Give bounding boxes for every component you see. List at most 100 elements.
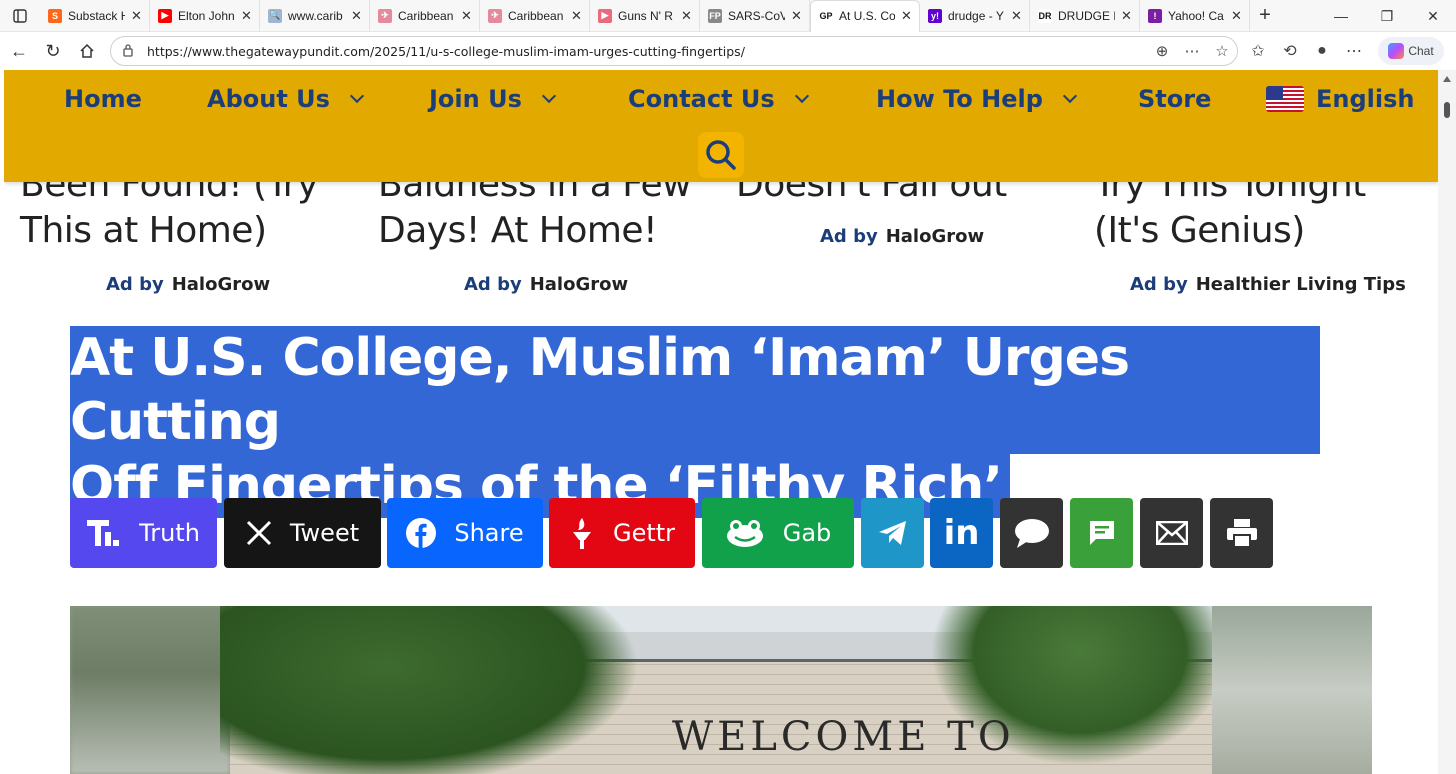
chevron-down-icon bbox=[349, 88, 365, 104]
ad-1-attribution[interactable]: Ad by HaloGrow bbox=[106, 274, 270, 295]
gab-frog-icon bbox=[726, 520, 763, 547]
tab-close-icon[interactable]: ✕ bbox=[791, 8, 803, 24]
browser-tab[interactable]: ✈ Caribbean ✕ bbox=[480, 0, 590, 32]
history-icon[interactable]: ⟲ bbox=[1274, 41, 1306, 61]
envelope-icon bbox=[1155, 521, 1188, 545]
new-tab-button[interactable]: + bbox=[1250, 0, 1280, 32]
language-selector[interactable]: English bbox=[1266, 84, 1414, 114]
browser-tab[interactable]: DR DRUDGE R ✕ bbox=[1030, 0, 1140, 32]
copilot-chat-button[interactable]: Chat bbox=[1378, 37, 1444, 65]
browser-tab[interactable]: ! Yahoo! Ca ✕ bbox=[1140, 0, 1250, 32]
tab-title: Caribbean bbox=[398, 8, 454, 23]
tab-close-icon[interactable]: ✕ bbox=[1121, 8, 1133, 24]
nav-join-us[interactable]: Join Us bbox=[429, 84, 556, 114]
tab-close-icon[interactable]: ✕ bbox=[1231, 8, 1243, 24]
ad-2-attribution[interactable]: Ad by HaloGrow bbox=[464, 274, 628, 295]
gettr-torch-icon bbox=[572, 518, 591, 549]
more-menu-icon[interactable]: ⋯ bbox=[1338, 41, 1370, 61]
browser-tab[interactable]: S Substack H ✕ bbox=[40, 0, 150, 32]
back-button[interactable]: ← bbox=[2, 34, 36, 68]
url-text[interactable]: https://www.thegatewaypundit.com/2025/11… bbox=[147, 44, 1147, 59]
browser-tab[interactable]: GP At U.S. Co ✕ bbox=[810, 0, 920, 32]
share-gettr-label: Gettr bbox=[612, 519, 676, 547]
tab-favicon-icon: y! bbox=[928, 8, 942, 23]
zoom-icon[interactable]: ⊕ bbox=[1147, 42, 1177, 60]
share-sms-button[interactable] bbox=[1070, 498, 1133, 568]
share-truth-button[interactable]: Truth bbox=[70, 498, 217, 568]
browser-tab[interactable]: ▶ Guns N' R ✕ bbox=[590, 0, 700, 32]
tab-close-icon[interactable]: ✕ bbox=[241, 8, 253, 24]
chevron-down-icon bbox=[1062, 88, 1077, 104]
tab-strip: S Substack H ✕ ▶ Elton John ✕ 🔍 www.carib ✕ ✈ Cari… bbox=[0, 0, 1456, 32]
page-viewport: Been Found! (Try This at Home) Ad by Halo… bbox=[4, 70, 1438, 774]
tab-favicon-icon: ! bbox=[1148, 8, 1162, 23]
nav-contact-us[interactable]: Contact Us bbox=[628, 84, 809, 114]
share-truth-label: Truth bbox=[139, 519, 200, 547]
tab-close-icon[interactable]: ✕ bbox=[681, 8, 693, 24]
browser-tab[interactable]: ✈ Caribbean ✕ bbox=[370, 0, 480, 32]
ad-1-line2[interactable]: This at Home) bbox=[20, 208, 267, 254]
scroll-up-arrow-icon[interactable] bbox=[1443, 76, 1451, 82]
tab-close-icon[interactable]: ✕ bbox=[131, 8, 143, 24]
tab-actions-button[interactable] bbox=[0, 0, 40, 32]
linkedin-icon: in bbox=[943, 513, 980, 553]
browser-tab[interactable]: 🔍 www.carib ✕ bbox=[260, 0, 370, 32]
tab-favicon-icon: ✈ bbox=[378, 8, 392, 23]
chevron-down-icon bbox=[541, 88, 556, 104]
tab-close-icon[interactable]: ✕ bbox=[571, 8, 583, 24]
ad-source: HaloGrow bbox=[885, 226, 985, 247]
chat-label: Chat bbox=[1408, 44, 1434, 58]
ad-3-attribution[interactable]: Ad by HaloGrow bbox=[820, 226, 984, 247]
nav-home[interactable]: Home bbox=[64, 84, 142, 114]
browser-tab[interactable]: ▶ Elton John ✕ bbox=[150, 0, 260, 32]
scrollbar-thumb[interactable] bbox=[1444, 102, 1450, 118]
share-tweet-button[interactable]: Tweet bbox=[224, 498, 381, 568]
search-icon bbox=[706, 140, 736, 170]
chevron-down-icon bbox=[794, 88, 809, 104]
tab-close-icon[interactable]: ✕ bbox=[461, 8, 473, 24]
restore-button[interactable]: ❐ bbox=[1364, 0, 1410, 32]
share-gab-button[interactable]: Gab bbox=[702, 498, 854, 568]
browser-tab[interactable]: FP SARS-CoV ✕ bbox=[700, 0, 810, 32]
search-button[interactable] bbox=[698, 132, 744, 178]
nav-how-to-help[interactable]: How To Help bbox=[876, 84, 1077, 114]
close-window-button[interactable]: ✕ bbox=[1410, 0, 1456, 32]
tab-close-icon[interactable]: ✕ bbox=[901, 8, 913, 24]
share-linkedin-button[interactable]: in bbox=[930, 498, 993, 568]
article-featured-image[interactable]: WELCOME TO bbox=[70, 606, 1372, 774]
tab-title: drudge - Y bbox=[948, 8, 1004, 23]
tab-close-icon[interactable]: ✕ bbox=[351, 8, 363, 24]
share-facebook-button[interactable]: Share bbox=[387, 498, 543, 568]
home-icon bbox=[80, 43, 94, 58]
lock-icon bbox=[121, 43, 139, 60]
tab-close-icon[interactable]: ✕ bbox=[1011, 8, 1023, 24]
image-blur-left bbox=[70, 606, 230, 774]
sms-message-icon bbox=[1089, 521, 1114, 545]
print-button[interactable] bbox=[1210, 498, 1273, 568]
ad-2-line2[interactable]: Days! At Home! bbox=[378, 208, 658, 254]
nav-store[interactable]: Store bbox=[1138, 84, 1211, 114]
ad-4-attribution[interactable]: Ad by Healthier Living Tips bbox=[1130, 274, 1406, 295]
tab-title: Caribbean bbox=[508, 8, 564, 23]
refresh-icon: ↻ bbox=[45, 40, 61, 61]
home-button[interactable] bbox=[70, 34, 104, 68]
share-comment-button[interactable] bbox=[1000, 498, 1063, 568]
share-telegram-button[interactable] bbox=[861, 498, 924, 568]
share-gettr-button[interactable]: Gettr bbox=[549, 498, 695, 568]
favorites-icon[interactable]: ✩ bbox=[1242, 41, 1274, 61]
browser-tab[interactable]: y! drudge - Y ✕ bbox=[920, 0, 1030, 32]
nav-about-us[interactable]: About Us bbox=[207, 84, 365, 114]
refresh-button[interactable]: ↻ bbox=[36, 34, 70, 68]
tab-title: Elton John bbox=[178, 8, 235, 23]
favorite-star-icon[interactable]: ☆ bbox=[1207, 42, 1237, 60]
nav-store-label: Store bbox=[1138, 85, 1212, 113]
address-bar[interactable]: https://www.thegatewaypundit.com/2025/11… bbox=[110, 36, 1238, 66]
page-scrollbar[interactable] bbox=[1438, 70, 1456, 774]
tab-title: Guns N' R bbox=[618, 8, 673, 23]
read-aloud-icon[interactable]: ⋯ bbox=[1177, 42, 1207, 60]
minimize-button[interactable]: — bbox=[1318, 0, 1364, 32]
ad-4-line2[interactable]: (It's Genius) bbox=[1094, 208, 1305, 254]
profile-avatar[interactable]: ● bbox=[1306, 42, 1338, 60]
share-email-button[interactable] bbox=[1140, 498, 1203, 568]
ad-row: Been Found! (Try This at Home) Ad by Halo… bbox=[4, 162, 1438, 302]
